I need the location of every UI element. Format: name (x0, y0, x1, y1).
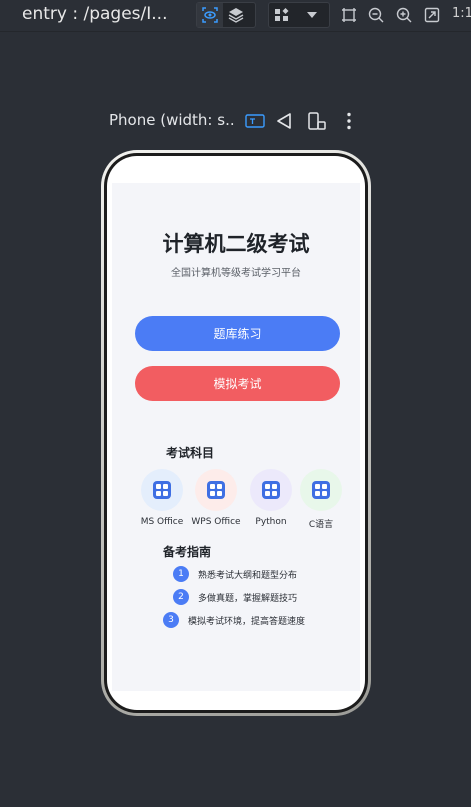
preview-toolbar: entry : /pages/I... 1:1 (0, 0, 471, 32)
guide-item: 2 多做真题，掌握解题技巧 (173, 588, 297, 606)
study-guide-title: 备考指南 (163, 545, 212, 559)
grid-app-icon (207, 481, 225, 499)
tablet-mode-button[interactable] (244, 110, 266, 132)
fit-screen-button[interactable] (421, 4, 443, 26)
layers-button[interactable] (223, 3, 249, 27)
zoom-out-button[interactable] (365, 4, 387, 26)
app-title: 计算机二级考试 (162, 232, 310, 256)
phone-frame: 计算机二级考试 全国计算机等级考试学习平台 题库练习 模拟考试 考试科目 MS … (101, 150, 371, 716)
subjects-list: MS Office WPS Office Python C语言 (112, 469, 360, 539)
crop-button[interactable] (338, 4, 360, 26)
guide-item: 1 熟悉考试大纲和题型分布 (173, 565, 297, 583)
inspect-button[interactable] (197, 3, 223, 27)
more-options-button[interactable] (338, 110, 360, 132)
subjects-section-title: 考试科目 (166, 446, 215, 460)
zoom-ratio[interactable]: 1:1 (452, 6, 471, 21)
rotate-device-icon (308, 112, 326, 130)
crop-frame-icon (342, 8, 356, 22)
rotate-device-button[interactable] (306, 110, 328, 132)
subject-icon-circle (195, 469, 237, 511)
subject-label: MS Office (140, 517, 184, 527)
components-dropdown[interactable] (295, 3, 329, 27)
guide-item: 3 模拟考试环境，提高答题速度 (163, 611, 305, 629)
device-selector-label[interactable]: Phone (width: s... (109, 111, 234, 129)
components-button[interactable] (269, 3, 295, 27)
eye-scan-icon (202, 7, 218, 23)
phone-bezel: 计算机二级考试 全国计算机等级考试学习平台 题库练习 模拟考试 考试科目 MS … (104, 153, 368, 713)
subject-label: Python (255, 517, 287, 527)
subject-label: C语言 (308, 520, 334, 530)
guide-number-badge: 2 (173, 589, 189, 605)
subject-label: WPS Office (191, 517, 241, 527)
guide-number-badge: 1 (173, 566, 189, 582)
question-bank-practice-button[interactable]: 题库练习 (135, 316, 340, 351)
subject-wps-office[interactable]: WPS Office (186, 469, 246, 527)
subject-icon-circle (141, 469, 183, 511)
phone-screen: 计算机二级考试 全国计算机等级考试学习平台 题库练习 模拟考试 考试科目 MS … (107, 156, 365, 710)
subject-ms-office[interactable]: MS Office (132, 469, 192, 527)
app-subtitle: 全国计算机等级考试学习平台 (171, 268, 301, 279)
guide-text: 多做真题，掌握解题技巧 (198, 593, 298, 604)
layers-icon (228, 8, 244, 23)
back-button[interactable] (273, 110, 295, 132)
mock-exam-button[interactable]: 模拟考试 (135, 366, 340, 401)
zoom-in-button[interactable] (393, 4, 415, 26)
device-mode-icon (245, 114, 265, 128)
more-vertical-icon (347, 112, 351, 130)
triangle-back-icon (277, 113, 291, 129)
guide-text: 模拟考试环境，提高答题速度 (188, 616, 306, 627)
zoom-in-icon (396, 7, 412, 23)
subject-c-language[interactable]: C语言 (291, 469, 351, 530)
page-path-title[interactable]: entry : /pages/I... (22, 4, 172, 24)
zoom-out-icon (368, 7, 384, 23)
subject-icon-circle (300, 469, 342, 511)
caret-down-icon (307, 12, 317, 18)
guide-text: 熟悉考试大纲和题型分布 (198, 570, 298, 581)
inspect-toggle-group (196, 2, 256, 28)
subject-icon-circle (250, 469, 292, 511)
grid-app-icon (153, 481, 171, 499)
guide-number-badge: 3 (163, 612, 179, 628)
components-icon (275, 8, 289, 21)
app-home-page: 计算机二级考试 全国计算机等级考试学习平台 题库练习 模拟考试 考试科目 MS … (112, 183, 360, 691)
grid-app-icon (262, 481, 280, 499)
fit-screen-icon (424, 7, 440, 23)
grid-app-icon (312, 481, 330, 499)
component-dropdown-group (268, 2, 330, 28)
